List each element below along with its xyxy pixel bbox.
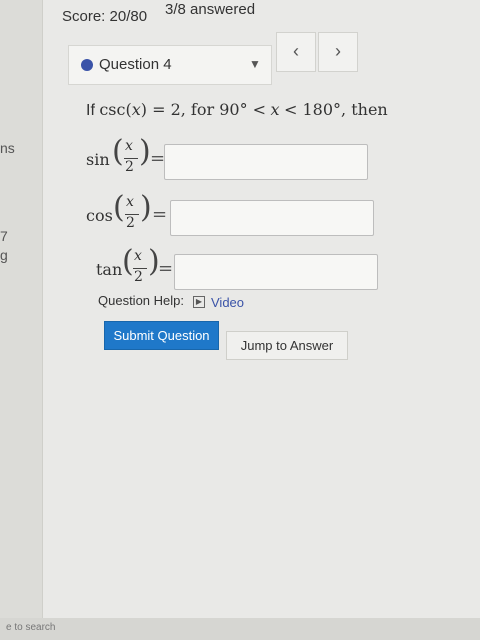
prompt-intro: If <box>86 102 95 119</box>
video-link[interactable]: Video <box>211 295 244 310</box>
tan-answer-input[interactable] <box>174 254 378 290</box>
cos-answer-input[interactable] <box>170 200 374 236</box>
right-paren: ) <box>139 134 151 169</box>
fraction-numerator: x <box>126 194 134 210</box>
fraction-numerator: x <box>134 248 142 264</box>
background-window-left-edge: ns 7 g <box>0 0 43 640</box>
fraction-denominator: 2 <box>126 215 135 231</box>
left-paren: ( <box>122 244 134 279</box>
previous-question-button[interactable]: ‹ <box>276 32 316 72</box>
edge-text-1: ns <box>0 140 15 156</box>
chevron-right-icon: › <box>335 41 341 61</box>
sin-answer-input[interactable] <box>164 144 368 180</box>
question-prompt: If csc(x) = 2, for 90° < x < 180°, then <box>86 100 388 120</box>
edge-text-3: g <box>0 247 8 263</box>
sin-label: sin <box>86 150 110 169</box>
prompt-x-2: x <box>270 100 280 119</box>
question-selector[interactable]: Question 4 ▼ <box>68 45 272 85</box>
prompt-mid: ) = 2, for 90° < <box>140 100 267 119</box>
prompt-csc: csc( <box>99 100 132 119</box>
prompt-end: < 180°, then <box>284 100 388 119</box>
right-paren: ) <box>140 190 152 225</box>
score-text: Score: 20/80 <box>62 8 148 25</box>
prompt-x-1: x <box>131 100 141 119</box>
caret-down-icon: ▼ <box>249 57 261 71</box>
edge-text-2: 7 <box>0 228 8 244</box>
jump-to-answer-button[interactable]: Jump to Answer <box>226 331 348 360</box>
cos-label: cos <box>86 206 113 225</box>
equals-sign: = <box>158 258 174 279</box>
taskbar-strip: e to search <box>0 618 480 640</box>
equals-sign: = <box>152 204 168 225</box>
submit-question-button[interactable]: Submit Question <box>104 321 219 350</box>
fraction-numerator: x <box>125 138 133 154</box>
question-help-label: Question Help: <box>98 293 184 308</box>
fraction-denominator: 2 <box>125 159 134 175</box>
equals-sign: = <box>150 148 166 169</box>
tan-label: tan <box>96 260 123 279</box>
question-status-dot-icon <box>81 59 93 71</box>
fraction-denominator: 2 <box>134 269 143 285</box>
left-paren: ( <box>112 134 124 169</box>
chevron-left-icon: ‹ <box>293 41 299 61</box>
answered-count: 3/8 answered <box>165 1 256 18</box>
next-question-button[interactable]: › <box>318 32 358 72</box>
left-paren: ( <box>113 190 125 225</box>
question-label: Question 4 <box>99 56 172 73</box>
taskbar-search-text: e to search <box>6 622 56 633</box>
video-play-icon[interactable]: ▶ <box>193 296 205 308</box>
